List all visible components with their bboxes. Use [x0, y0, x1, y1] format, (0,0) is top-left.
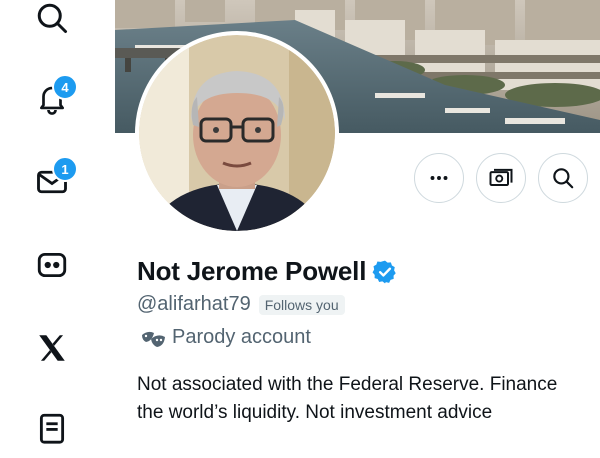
more-button[interactable] [414, 153, 464, 203]
profile-avatar[interactable] [139, 35, 335, 231]
tip-button[interactable] [476, 153, 526, 203]
messages-badge: 1 [52, 156, 78, 182]
bio-line: the world’s liquidity. Not investment ad… [137, 402, 493, 423]
profile-bio: Not associated with the Federal Reserve.… [137, 371, 600, 427]
follows-you-badge: Follows you [258, 294, 345, 315]
display-name: Not Jerome Powell [137, 256, 367, 286]
parody-mask-icon [142, 331, 165, 347]
money-icon [489, 168, 513, 186]
grok-icon [37, 252, 67, 278]
verified-badge-icon[interactable] [372, 259, 398, 285]
search-profile-button[interactable] [538, 153, 588, 203]
nav-lists[interactable] [22, 398, 82, 458]
sidebar: 4 1 [0, 0, 112, 444]
list-icon [39, 413, 65, 444]
nav-notifications[interactable]: 4 [22, 68, 82, 128]
nav-x-premium[interactable] [22, 318, 82, 378]
nav-grok[interactable] [22, 235, 82, 295]
parody-label-row: Parody account [140, 326, 311, 349]
bio-line: Not associated with the Federal Reserve.… [137, 374, 558, 395]
search-icon [37, 3, 67, 33]
x-logo-icon [39, 335, 65, 361]
handle-row: @alifarhat79 Follows you [137, 293, 345, 316]
user-handle: @alifarhat79 [137, 293, 251, 315]
notification-badge: 4 [52, 74, 78, 100]
parody-account-label: Parody account [172, 326, 311, 348]
more-icon [430, 176, 448, 180]
avatar-image [139, 35, 335, 231]
nav-search[interactable] [22, 0, 82, 48]
nav-messages[interactable]: 1 [22, 152, 82, 212]
search-icon [553, 168, 574, 189]
name-row: Not Jerome Powell [137, 256, 398, 287]
